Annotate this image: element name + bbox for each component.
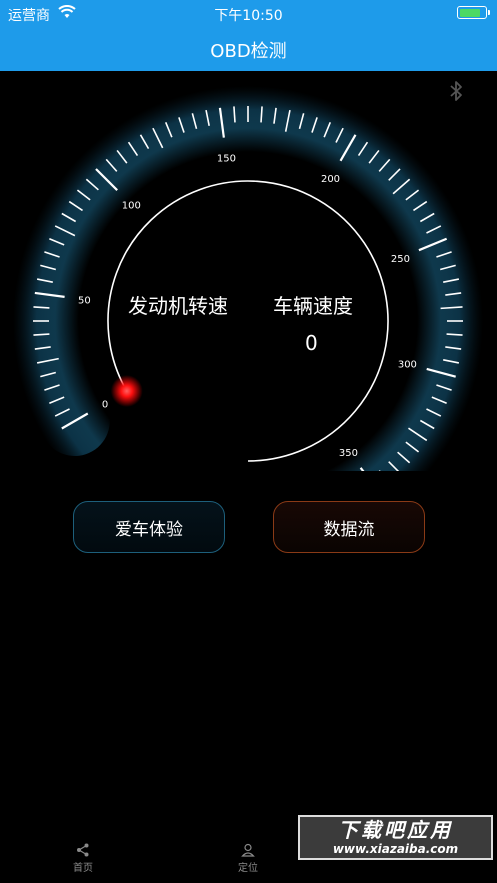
gauge-tick	[33, 306, 50, 309]
gauge-inner-arc	[107, 180, 389, 462]
gauge-indicator	[110, 375, 143, 407]
gauge-tick-label: 300	[398, 360, 417, 371]
gauge-tick-label: 150	[217, 153, 236, 164]
page-title: OBD检测	[210, 41, 287, 62]
tab-home-label: 首页	[73, 863, 93, 874]
tab-location-label: 定位	[238, 863, 258, 874]
car-experience-button[interactable]: 爱车体验	[73, 501, 225, 553]
gauge-tick-label: 200	[321, 174, 340, 185]
app-header: 运营商 下午10:50 OBD检测	[0, 0, 497, 71]
gauge-tick	[233, 106, 236, 123]
gauge-tick-label: 100	[122, 200, 141, 211]
gauge-tick-label: 50	[78, 295, 91, 306]
share-icon	[77, 843, 89, 857]
tab-location[interactable]: 定位	[218, 843, 278, 874]
clock: 下午10:50	[214, 8, 283, 24]
gauge-tick-label: 250	[391, 254, 410, 265]
speed-label: 车辆速度	[273, 294, 353, 318]
location-user-icon	[241, 843, 255, 857]
gauge-tick-label: 350	[339, 448, 358, 459]
speed-gauge: 050100150200250300350400	[13, 86, 483, 471]
data-stream-button[interactable]: 数据流	[273, 501, 425, 553]
watermark-url: www.xiazaiba.com	[332, 842, 459, 856]
tab-home[interactable]: 首页	[53, 843, 113, 874]
gauge-tick	[446, 333, 463, 336]
battery-level	[459, 8, 480, 17]
battery-icon	[457, 6, 490, 19]
gauge-tick	[260, 106, 263, 123]
gauge-tick	[33, 333, 50, 336]
gauge-glow	[13, 86, 483, 471]
watermark-logo: 下载吧应用 www.xiazaiba.com	[298, 815, 493, 860]
speed-value: 0	[305, 331, 318, 355]
gauge-tick-label: 0	[102, 400, 108, 411]
status-bar: 运营商 下午10:50	[0, 0, 497, 26]
rpm-label: 发动机转速	[128, 294, 228, 318]
watermark-title: 下载吧应用	[338, 818, 453, 842]
